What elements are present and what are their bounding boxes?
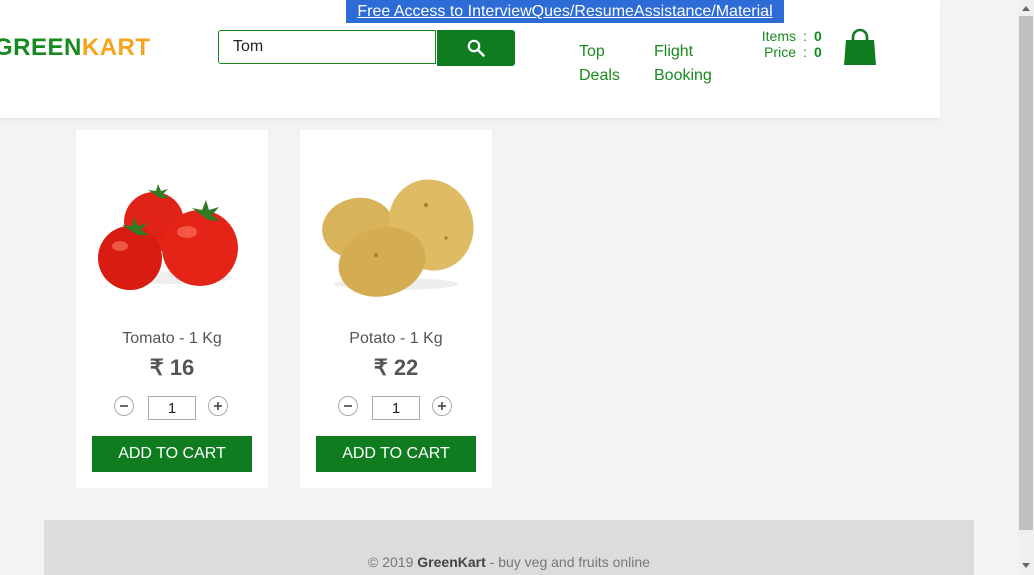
logo-part-green: GREEN <box>0 34 82 61</box>
search-button[interactable] <box>437 30 515 66</box>
footer-brand: GreenKart <box>417 554 486 570</box>
cart-items-count: 0 <box>814 28 822 44</box>
footer-text: © 2019 GreenKart - buy veg and fruits on… <box>44 554 974 570</box>
cart-items-row: Items : 0 <box>740 28 826 44</box>
header: Free Access to InterviewQues/ResumeAssis… <box>0 0 940 118</box>
minus-icon <box>344 405 352 407</box>
product-card-tomato: Tomato - 1 Kg ₹ 16 ADD TO CART <box>76 130 268 488</box>
scrollbar-thumb[interactable] <box>1019 16 1033 530</box>
add-to-cart-button[interactable]: ADD TO CART <box>92 436 252 472</box>
search-icon <box>467 39 485 57</box>
nav-flight-booking[interactable]: Flight Booking <box>654 40 712 88</box>
logo-part-orange: KART <box>81 34 151 61</box>
quantity-input[interactable] <box>372 396 420 420</box>
promo-link[interactable]: Free Access to InterviewQues/ResumeAssis… <box>346 0 784 23</box>
decrement-button[interactable] <box>114 396 134 416</box>
product-price: ₹ 22 <box>373 355 419 380</box>
plus-icon <box>438 402 446 410</box>
add-to-cart-button[interactable]: ADD TO CART <box>316 436 476 472</box>
product-card-potato: Potato - 1 Kg ₹ 22 ADD TO CART <box>300 130 492 488</box>
cart-price-row: Price : 0 <box>740 44 826 60</box>
tomato-image <box>98 184 238 290</box>
increment-button[interactable] <box>432 396 452 416</box>
nav-flight-booking-line1: Flight <box>654 43 694 60</box>
shopping-bag-icon[interactable] <box>843 28 877 66</box>
footer-suffix: - buy veg and fruits online <box>485 554 650 570</box>
footer-prefix: © 2019 <box>368 554 418 570</box>
plus-icon <box>214 402 222 410</box>
logo[interactable]: GREENKART <box>0 34 151 62</box>
product-name: Tomato - 1 Kg <box>122 330 222 347</box>
cart-summary: Items : 0 Price : 0 <box>740 28 826 60</box>
cart-items-separator: : <box>803 28 807 44</box>
search-input[interactable] <box>218 30 436 64</box>
minus-icon <box>120 405 128 407</box>
product-name: Potato - 1 Kg <box>349 330 443 347</box>
nav-flight-booking-line2: Booking <box>654 67 712 84</box>
nav-top-deals-line2: Deals <box>579 67 620 84</box>
decrement-button[interactable] <box>338 396 358 416</box>
quantity-input[interactable] <box>148 396 196 420</box>
cart-price-separator: : <box>803 44 807 60</box>
vertical-scrollbar[interactable] <box>1018 0 1034 575</box>
increment-button[interactable] <box>208 396 228 416</box>
nav-top-deals-line1: Top <box>579 43 605 60</box>
nav-top-deals[interactable]: Top Deals <box>579 40 620 88</box>
cart-items-label: Items <box>761 28 796 44</box>
product-price: ₹ 16 <box>149 355 195 380</box>
potato-image <box>322 179 474 297</box>
footer: © 2019 GreenKart - buy veg and fruits on… <box>44 520 974 575</box>
scroll-down-arrow-icon[interactable] <box>1022 563 1030 568</box>
cart-price-value: 0 <box>814 44 822 60</box>
cart-price-label: Price <box>764 44 796 60</box>
scroll-up-arrow-icon[interactable] <box>1022 6 1030 11</box>
